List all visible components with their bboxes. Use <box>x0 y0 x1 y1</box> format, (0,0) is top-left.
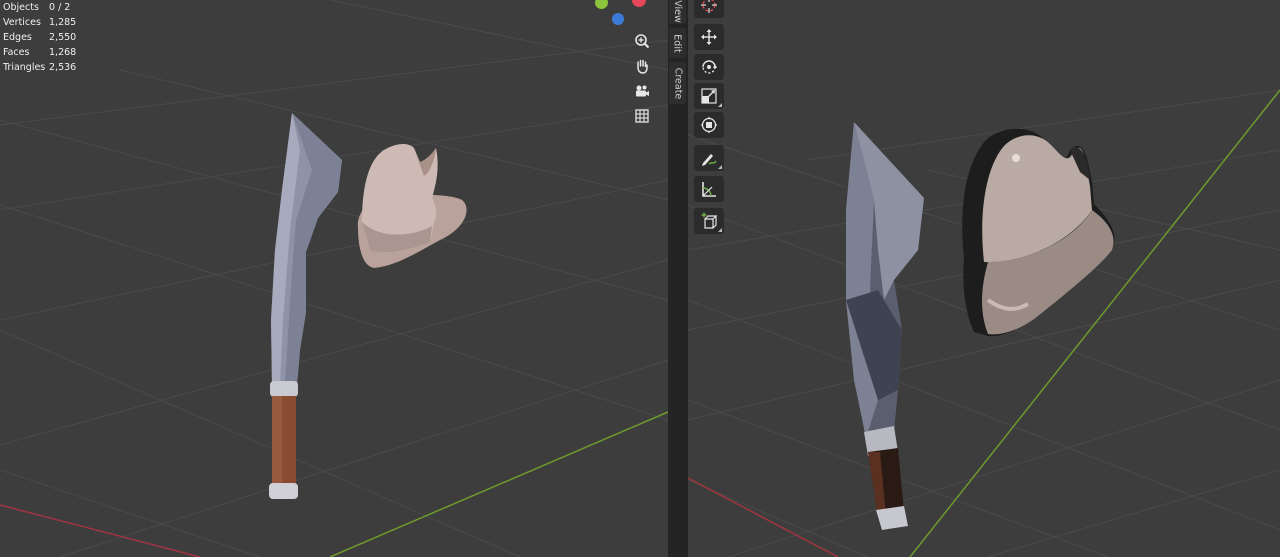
right-scene <box>688 89 1280 557</box>
zoom-icon[interactable] <box>631 30 653 52</box>
move-icon[interactable] <box>694 24 724 50</box>
stat-faces: Faces 1,268 <box>3 47 77 58</box>
grid <box>0 0 668 557</box>
scene-statistics: Objects 0 / 2 Vertices 1,285 Edges 2,550 Fa… <box>3 0 76 75</box>
x-axis <box>688 477 839 557</box>
left-viewport[interactable]: Objects 0 / 2 Vertices 1,285 Edges 2,550 Fa… <box>0 0 668 557</box>
sidebar-tabs: View Edit Create <box>668 0 688 557</box>
y-axis <box>329 411 668 557</box>
stat-objects: Objects 0 / 2 <box>3 2 71 13</box>
helmet-model <box>962 128 1115 337</box>
gizmo-z-axis-dot[interactable] <box>612 13 624 25</box>
transform-icon[interactable] <box>694 112 724 138</box>
left-scene <box>0 0 668 557</box>
stat-triangles: Triangles 2,536 <box>3 62 77 73</box>
helmet-model <box>357 144 467 268</box>
stat-vertices: Vertices 1,285 <box>3 17 77 28</box>
add-cube-icon[interactable] <box>694 208 724 234</box>
tab-view[interactable]: View <box>669 0 686 24</box>
measure-icon[interactable] <box>694 176 724 202</box>
x-axis <box>0 504 201 557</box>
camera-icon[interactable] <box>631 80 653 102</box>
tab-edit[interactable]: Edit <box>669 28 686 58</box>
scale-icon[interactable] <box>694 83 724 109</box>
hand-pan-icon[interactable] <box>631 55 653 77</box>
rotate-icon[interactable] <box>694 54 724 80</box>
right-viewport[interactable] <box>688 0 1280 557</box>
annotate-icon[interactable] <box>694 145 724 171</box>
cursor-icon[interactable] <box>694 0 724 18</box>
stat-edges: Edges 2,550 <box>3 32 77 43</box>
tab-create[interactable]: Create <box>669 62 686 104</box>
grid-icon[interactable] <box>631 105 653 127</box>
blade-model <box>846 122 924 530</box>
blade-model <box>269 113 342 499</box>
